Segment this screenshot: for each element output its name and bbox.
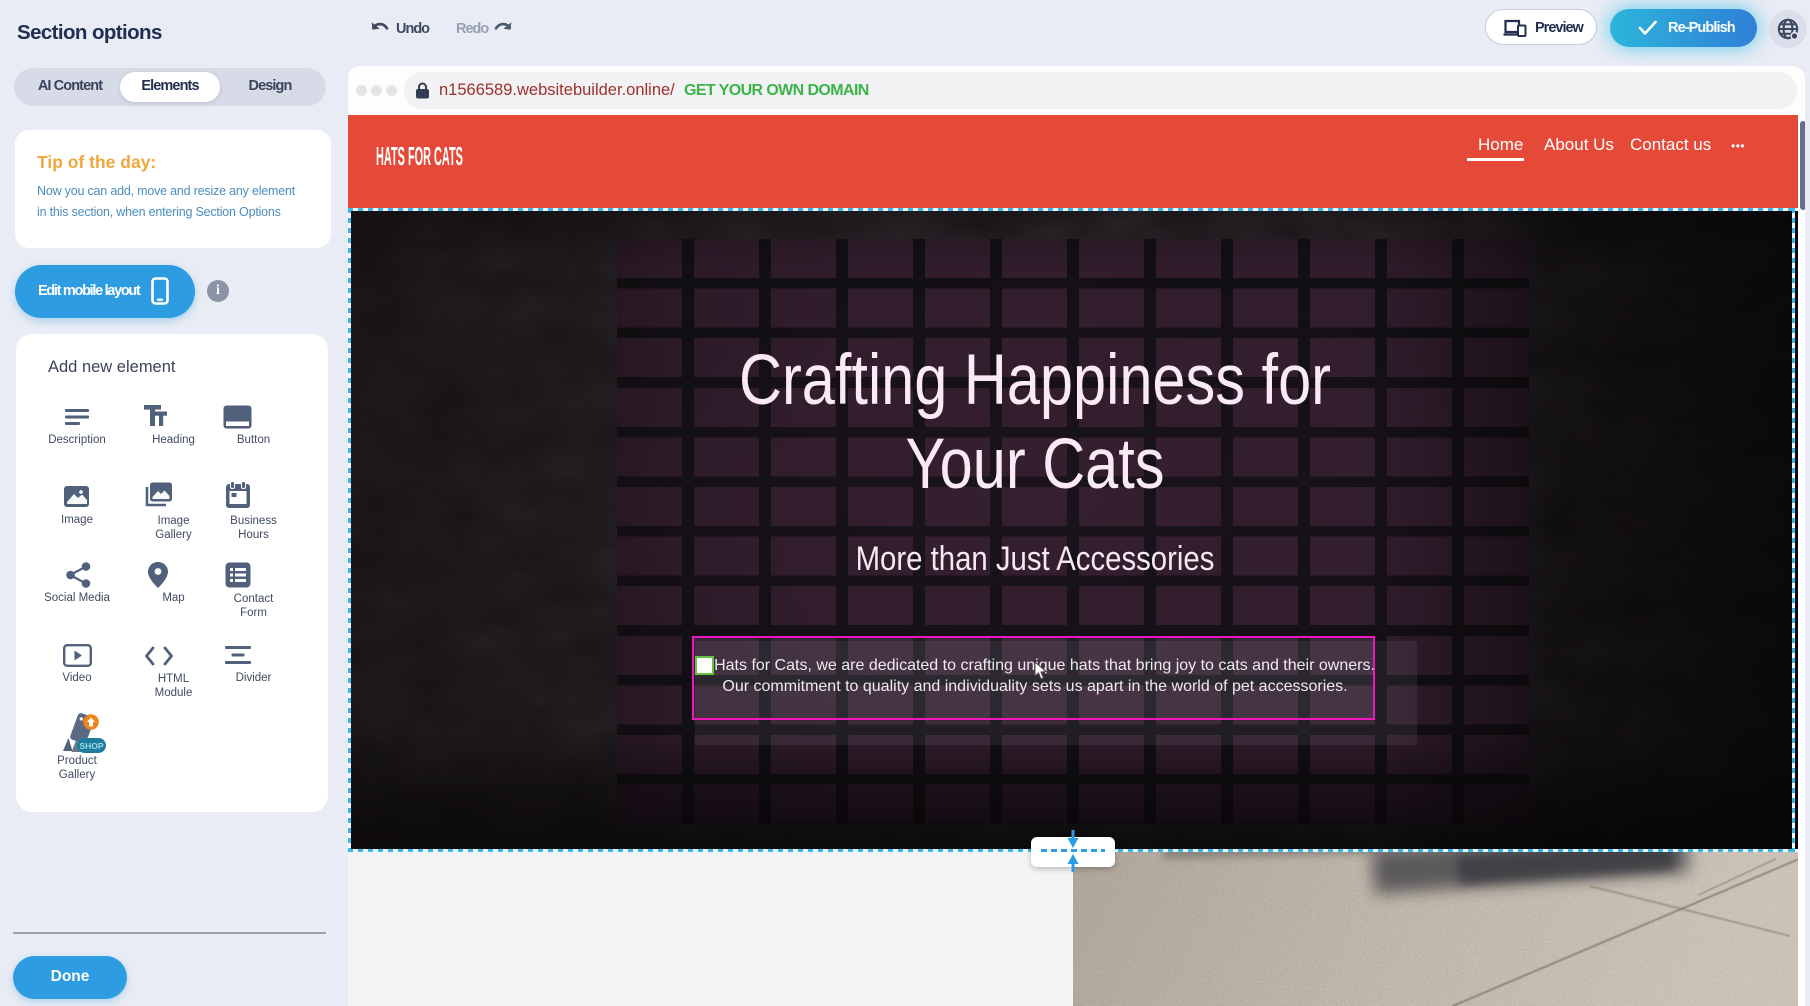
svg-text:SHOP: SHOP <box>79 741 103 751</box>
